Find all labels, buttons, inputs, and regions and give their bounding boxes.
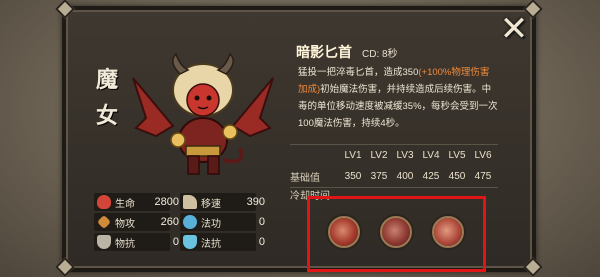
annotation-box xyxy=(307,196,486,272)
sword-icon xyxy=(96,214,112,230)
stat-speed-value: 390 xyxy=(246,196,265,208)
stat-mres-label: 法抗 xyxy=(201,238,221,250)
stat-speed-label: 移速 xyxy=(201,198,221,210)
level-header-row: LV1 LV2 LV3 LV4 LV5 LV6 xyxy=(290,145,498,166)
hero-name-line1: 魔 xyxy=(95,67,118,92)
level-header: LV3 xyxy=(396,150,414,161)
level-header: LV1 xyxy=(344,150,362,161)
skill-desc-part1: 猛投一把淬毒匕首，造成350 xyxy=(298,67,419,78)
skill-cooldown: CD: 8秒 xyxy=(362,49,398,60)
magic-icon xyxy=(183,215,197,229)
stat-hp-value: 2800 xyxy=(154,196,179,208)
level-cell: 375 xyxy=(370,171,388,182)
shield-icon xyxy=(97,235,111,249)
level-cell: 425 xyxy=(422,171,440,182)
skill-description: 猛投一把淬毒匕首，造成350(+100%物理伤害加成)初始魔法伤害，并持续造成后… xyxy=(298,64,498,132)
stat-mres: 法抗 0 xyxy=(183,231,265,253)
hero-name-line2: 女 xyxy=(95,103,118,128)
stat-def-value: 0 xyxy=(172,236,179,248)
level-header: LV2 xyxy=(370,150,388,161)
level-header: LV6 xyxy=(474,150,492,161)
hero-name: 魔 女 xyxy=(92,62,122,134)
stat-mag: 法功 0 xyxy=(183,211,265,233)
level-header: LV4 xyxy=(422,150,440,161)
level-base-row: 基础值 350 375 400 425 450 475 xyxy=(290,166,498,187)
table-divider-bottom xyxy=(290,187,498,188)
hero-portrait xyxy=(132,52,274,175)
stat-def: 物抗 0 xyxy=(97,231,179,253)
stat-atk-label: 物攻 xyxy=(115,218,135,230)
level-cell: 450 xyxy=(448,171,466,182)
skill-level-table: LV1 LV2 LV3 LV4 LV5 LV6 基础值 350 375 400 … xyxy=(290,145,498,201)
stat-hp-label: 生命 xyxy=(115,198,135,210)
level-cell: 350 xyxy=(344,171,362,182)
level-header: LV5 xyxy=(448,150,466,161)
magic-shield-icon xyxy=(183,235,197,249)
stat-atk: 物攻 260 xyxy=(96,211,179,233)
stat-mres-value: 0 xyxy=(258,236,265,248)
stat-speed: 移速 390 xyxy=(183,191,265,213)
close-button[interactable]: ✕ xyxy=(497,12,531,46)
skill-desc-part2: 初始魔法伤害，并持续造成后续伤害。中毒的单位移动速度被减缓35%，每秒会受到一次… xyxy=(298,84,498,129)
stat-mag-label: 法功 xyxy=(201,218,221,230)
level-cell: 475 xyxy=(474,171,492,182)
heart-icon xyxy=(97,195,111,209)
stat-atk-value: 260 xyxy=(160,216,179,228)
skill-name: 暗影匕首 xyxy=(296,44,352,60)
boot-icon xyxy=(183,195,197,209)
stat-mag-value: 0 xyxy=(258,216,265,228)
stat-def-label: 物抗 xyxy=(115,238,135,250)
level-cell: 400 xyxy=(396,171,414,182)
stat-hp: 生命 2800 xyxy=(97,191,179,213)
level-row-label: 基础值 xyxy=(290,173,320,184)
